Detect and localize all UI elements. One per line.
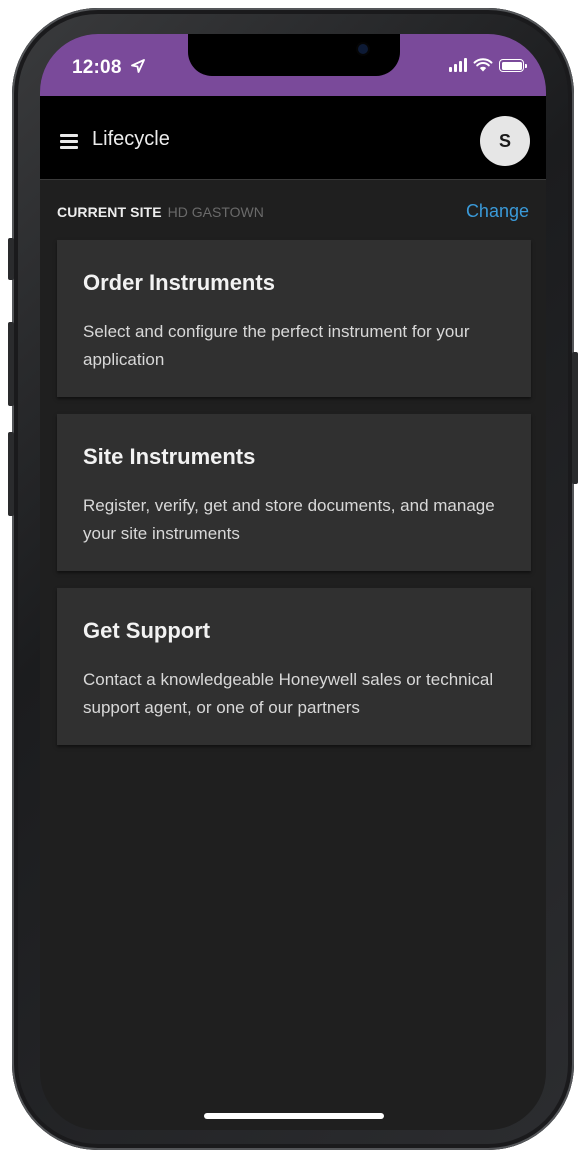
- current-site-row: CURRENT SITE HD GASTOWN Change: [57, 201, 529, 226]
- page-title: Lifecycle: [92, 128, 170, 150]
- avatar[interactable]: S: [480, 116, 530, 166]
- silent-switch: [8, 238, 14, 280]
- order-instruments-card[interactable]: Order Instruments Select and configure t…: [57, 240, 531, 397]
- status-time-text: 12:08: [72, 57, 122, 78]
- card-description: Register, verify, get and store document…: [83, 496, 495, 543]
- wifi-icon: [473, 58, 493, 72]
- volume-up-button: [8, 322, 14, 406]
- card-title: Site Instruments: [83, 444, 256, 469]
- site-instruments-card[interactable]: Site Instruments Register, verify, get a…: [57, 414, 531, 571]
- card-title: Order Instruments: [83, 270, 275, 295]
- app-screen: 12:08 Lifecycle S CURRENT SITE HD GASTOW…: [40, 34, 546, 1130]
- hamburger-menu-icon[interactable]: [60, 134, 80, 150]
- card-description: Select and configure the perfect instrum…: [83, 322, 470, 369]
- power-button: [572, 352, 578, 484]
- location-arrow-icon: [131, 59, 145, 77]
- battery-icon: [499, 59, 527, 72]
- get-support-card[interactable]: Get Support Contact a knowledgeable Hone…: [57, 588, 531, 745]
- device-notch: [188, 34, 400, 76]
- front-camera: [358, 44, 368, 54]
- current-site-label: CURRENT SITE: [57, 204, 162, 220]
- change-site-link[interactable]: Change: [466, 201, 529, 222]
- home-indicator[interactable]: [204, 1113, 384, 1119]
- current-site-name: HD GASTOWN: [167, 204, 264, 220]
- app-header: Lifecycle S: [40, 96, 546, 180]
- status-time: 12:08: [72, 57, 145, 79]
- volume-down-button: [8, 432, 14, 516]
- card-title: Get Support: [83, 618, 211, 643]
- card-description: Contact a knowledgeable Honeywell sales …: [83, 670, 494, 717]
- cellular-signal-icon: [449, 58, 467, 72]
- status-icons: [449, 58, 527, 72]
- status-bar: 12:08: [40, 34, 546, 96]
